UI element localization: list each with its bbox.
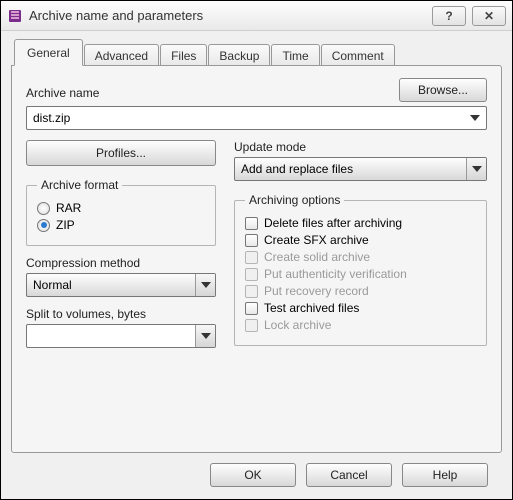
- close-button[interactable]: ✕: [472, 6, 506, 26]
- chevron-down-icon: [472, 166, 482, 172]
- tab-strip: General Advanced Files Backup Time Comme…: [11, 39, 502, 66]
- compression-method-value: Normal: [33, 278, 72, 292]
- content-area: General Advanced Files Backup Time Comme…: [1, 31, 512, 495]
- archive-name-input[interactable]: dist.zip: [26, 106, 487, 130]
- check-label: Lock archive: [264, 318, 331, 332]
- compression-method-select[interactable]: Normal: [26, 273, 216, 297]
- check-recovery-record: Put recovery record: [245, 284, 476, 298]
- dialog-window: Archive name and parameters ? ✕ General …: [0, 0, 513, 500]
- archiving-options-group: Archiving options Delete files after arc…: [234, 193, 487, 346]
- checkbox-icon: [245, 319, 258, 332]
- archive-name-label: Archive name: [26, 86, 99, 100]
- check-test-archived[interactable]: Test archived files: [245, 301, 476, 315]
- radio-rar-label: RAR: [56, 201, 81, 215]
- chevron-down-icon: [201, 282, 211, 288]
- profiles-button[interactable]: Profiles...: [26, 140, 216, 166]
- archiving-options-legend: Archiving options: [245, 193, 344, 207]
- check-label: Create solid archive: [264, 250, 370, 264]
- tab-general[interactable]: General: [14, 39, 83, 66]
- archive-name-value: dist.zip: [33, 111, 70, 125]
- check-label: Put recovery record: [264, 284, 369, 298]
- check-label: Put authenticity verification: [264, 267, 407, 281]
- checkbox-icon: [245, 234, 258, 247]
- radio-rar[interactable]: RAR: [37, 201, 205, 215]
- check-label: Create SFX archive: [264, 233, 369, 247]
- check-lock-archive: Lock archive: [245, 318, 476, 332]
- check-label: Test archived files: [264, 301, 359, 315]
- help-footer-button[interactable]: Help: [402, 463, 488, 487]
- checkbox-icon: [245, 268, 258, 281]
- radio-icon: [37, 202, 50, 215]
- split-volumes-label: Split to volumes, bytes: [26, 307, 216, 321]
- checkbox-icon: [245, 302, 258, 315]
- dialog-footer: OK Cancel Help: [11, 453, 502, 487]
- tab-panel-general: Archive name Browse... dist.zip Profiles…: [11, 65, 502, 453]
- dropdown-arrow: [195, 325, 215, 347]
- check-label: Delete files after archiving: [264, 216, 402, 230]
- checkbox-icon: [245, 217, 258, 230]
- window-controls: ? ✕: [432, 6, 506, 26]
- titlebar: Archive name and parameters ? ✕: [1, 1, 512, 31]
- check-authenticity: Put authenticity verification: [245, 267, 476, 281]
- radio-zip-label: ZIP: [56, 218, 75, 232]
- check-create-solid: Create solid archive: [245, 250, 476, 264]
- left-column: Profiles... Archive format RAR ZIP Compr…: [26, 140, 216, 356]
- ok-button[interactable]: OK: [210, 463, 296, 487]
- archive-format-legend: Archive format: [37, 178, 122, 192]
- split-volumes-input[interactable]: [26, 324, 216, 348]
- checkbox-icon: [245, 285, 258, 298]
- right-column: Update mode Add and replace files Archiv…: [234, 140, 487, 356]
- update-mode-label: Update mode: [234, 140, 487, 154]
- chevron-down-icon: [201, 333, 211, 339]
- update-mode-value: Add and replace files: [241, 162, 353, 176]
- dropdown-arrow: [195, 274, 215, 296]
- help-button[interactable]: ?: [432, 6, 466, 26]
- radio-zip[interactable]: ZIP: [37, 218, 205, 232]
- window-title: Archive name and parameters: [29, 8, 432, 23]
- chevron-down-icon: [470, 115, 480, 121]
- app-icon: [7, 8, 23, 24]
- tab-backup[interactable]: Backup: [208, 44, 270, 66]
- check-delete-after[interactable]: Delete files after archiving: [245, 216, 476, 230]
- cancel-button[interactable]: Cancel: [306, 463, 392, 487]
- tab-comment[interactable]: Comment: [321, 44, 395, 66]
- checkbox-icon: [245, 251, 258, 264]
- update-mode-select[interactable]: Add and replace files: [234, 157, 487, 181]
- tab-files[interactable]: Files: [160, 44, 207, 66]
- check-create-sfx[interactable]: Create SFX archive: [245, 233, 476, 247]
- browse-button[interactable]: Browse...: [399, 78, 487, 102]
- dropdown-arrow: [466, 158, 486, 180]
- archive-format-group: Archive format RAR ZIP: [26, 178, 216, 246]
- tab-time[interactable]: Time: [271, 44, 319, 66]
- tab-advanced[interactable]: Advanced: [84, 44, 159, 66]
- compression-method-label: Compression method: [26, 256, 216, 270]
- radio-icon: [37, 219, 50, 232]
